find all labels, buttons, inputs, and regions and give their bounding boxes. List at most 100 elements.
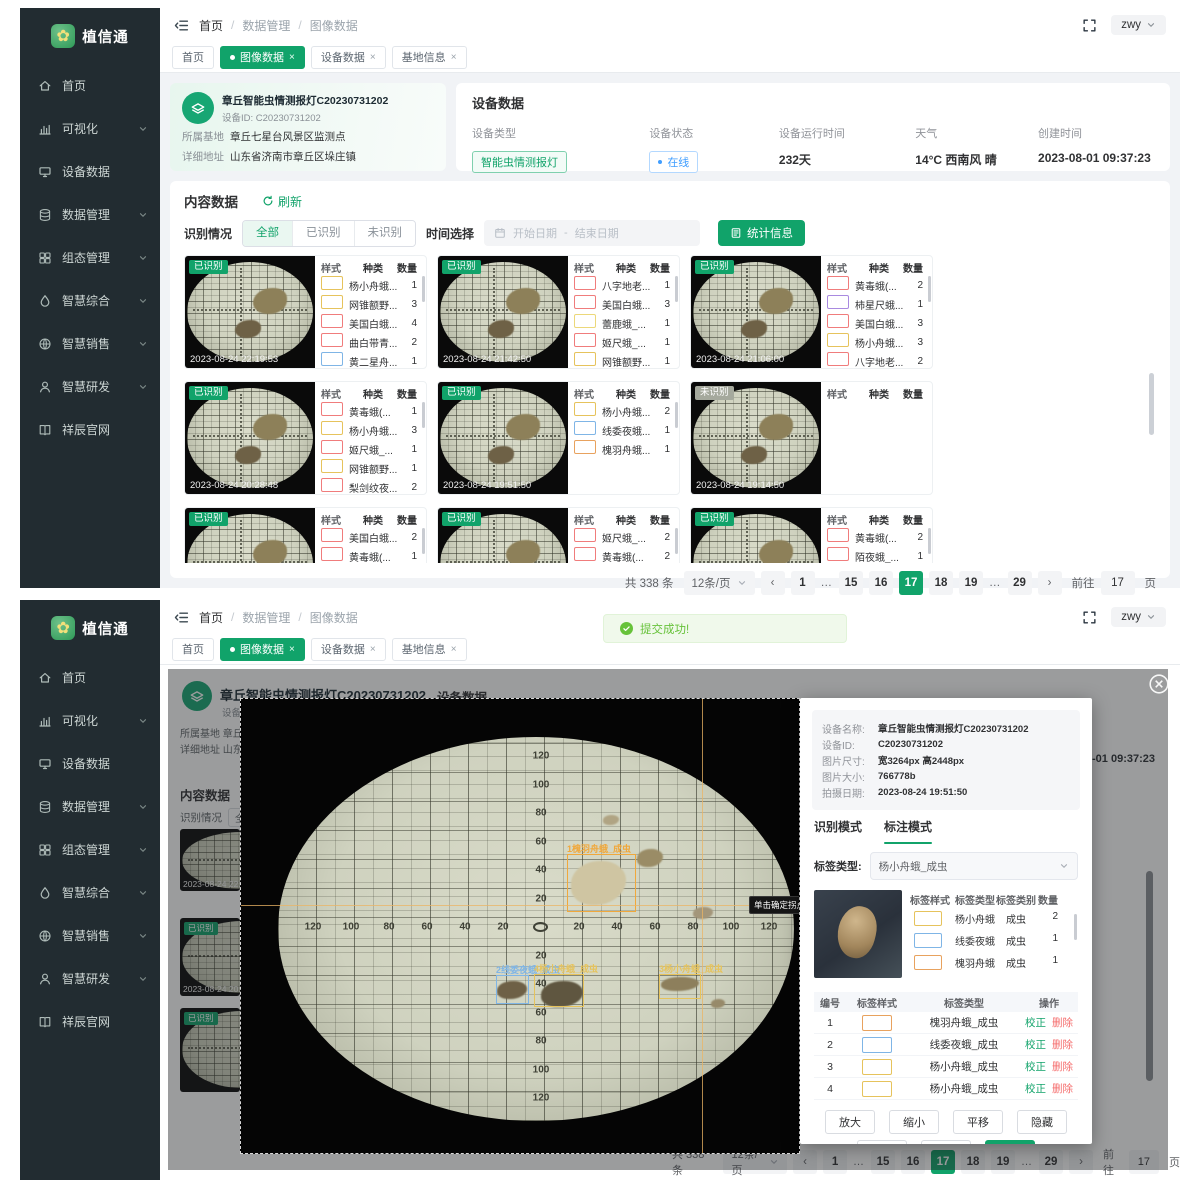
- breadcrumb-item[interactable]: 图像数据: [310, 17, 358, 34]
- tab-图像数据[interactable]: 图像数据×: [220, 46, 305, 69]
- action-button-提交[interactable]: 提交: [985, 1140, 1035, 1144]
- tab-close-icon[interactable]: ×: [451, 644, 457, 655]
- sidebar-item-visualization[interactable]: 可视化: [20, 107, 160, 150]
- filter-未识别[interactable]: 未识别: [355, 221, 416, 246]
- annotation-box[interactable]: 3杨小舟蛾_成虫: [659, 974, 701, 999]
- sidebar-item-home[interactable]: 首页: [20, 64, 160, 107]
- page-button-18[interactable]: 18: [929, 571, 953, 595]
- sidebar-item-smart-rd[interactable]: 智慧研发: [20, 365, 160, 408]
- image-card[interactable]: 已识别样式种类数量黄毒蛾(...2陌夜蛾_...1: [690, 507, 933, 563]
- table-scrollbar[interactable]: [675, 528, 678, 554]
- goto-page-input[interactable]: 17: [1101, 571, 1135, 595]
- breadcrumb-item[interactable]: 数据管理: [242, 609, 290, 626]
- tab-设备数据[interactable]: 设备数据×: [311, 46, 386, 69]
- stats-button[interactable]: 统计信息: [718, 220, 805, 246]
- sidebar-item-smart-comprehensive[interactable]: 智慧综合: [20, 279, 160, 322]
- delete-button[interactable]: 删除: [1052, 1039, 1073, 1051]
- tab-close-icon[interactable]: ×: [370, 644, 376, 655]
- table-scrollbar[interactable]: [675, 276, 678, 302]
- fix-button[interactable]: 校正: [1025, 1061, 1046, 1073]
- sidebar-item-smart-sales[interactable]: 智慧销售: [20, 322, 160, 365]
- image-card[interactable]: 已识别2023-08-24 19:51:50样式种类数量杨小舟蛾...2线委夜蛾…: [437, 381, 680, 495]
- tab-close-icon[interactable]: ×: [289, 644, 295, 655]
- tab-close-icon[interactable]: ×: [370, 52, 376, 63]
- action-button-标注[interactable]: 标注: [857, 1140, 907, 1144]
- label-type-select[interactable]: 杨小舟蛾_成虫: [870, 852, 1078, 880]
- user-menu[interactable]: zwy: [1111, 15, 1166, 35]
- breadcrumb-item[interactable]: 首页: [199, 609, 223, 626]
- image-card[interactable]: 已识别样式种类数量姬尺蛾_...2黄毒蛾(...2: [437, 507, 680, 563]
- delete-button[interactable]: 删除: [1052, 1017, 1073, 1029]
- tab-基地信息[interactable]: 基地信息×: [392, 638, 467, 661]
- tab-基地信息[interactable]: 基地信息×: [392, 46, 467, 69]
- image-card[interactable]: 未识别2023-08-24 19:14:50样式种类数量: [690, 381, 933, 495]
- sidebar-item-module-management[interactable]: 组态管理: [20, 236, 160, 279]
- tab-close-icon[interactable]: ×: [289, 52, 295, 63]
- tab-设备数据[interactable]: 设备数据×: [311, 638, 386, 661]
- mode-tab-识别模式[interactable]: 识别模式: [814, 818, 862, 840]
- close-icon[interactable]: [1148, 673, 1170, 695]
- fix-button[interactable]: 校正: [1025, 1039, 1046, 1051]
- sidebar-item-data-management[interactable]: 数据管理: [20, 193, 160, 236]
- breadcrumb-item[interactable]: 数据管理: [242, 17, 290, 34]
- page-button-29[interactable]: 29: [1008, 571, 1032, 595]
- sidebar-item-data-management[interactable]: 数据管理: [20, 785, 160, 828]
- page-button-17[interactable]: 17: [899, 571, 923, 595]
- tool-button-平移[interactable]: 平移: [953, 1110, 1003, 1134]
- sidebar-item-device-data[interactable]: 设备数据: [20, 742, 160, 785]
- tool-button-隐藏[interactable]: 隐藏: [1017, 1110, 1067, 1134]
- fullscreen-icon[interactable]: [1082, 18, 1097, 33]
- action-button-撤销[interactable]: 撤销: [921, 1140, 971, 1144]
- filter-全部[interactable]: 全部: [243, 221, 293, 246]
- menu-fold-icon[interactable]: [174, 18, 189, 33]
- delete-button[interactable]: 删除: [1052, 1083, 1073, 1095]
- sidebar-item-device-data[interactable]: 设备数据: [20, 150, 160, 193]
- tab-首页[interactable]: 首页: [172, 638, 214, 661]
- tab-close-icon[interactable]: ×: [451, 52, 457, 63]
- sidebar-item-smart-rd[interactable]: 智慧研发: [20, 957, 160, 1000]
- page-button-15[interactable]: 15: [839, 571, 863, 595]
- annotation-canvas[interactable]: 2020202040404040606060608080808010010010…: [240, 698, 800, 1154]
- date-range-input[interactable]: 开始日期 - 结束日期: [484, 220, 700, 246]
- table-scrollbar[interactable]: [422, 402, 425, 428]
- tool-button-放大[interactable]: 放大: [825, 1110, 875, 1134]
- page-button-16[interactable]: 16: [869, 571, 893, 595]
- sidebar-item-smart-comprehensive[interactable]: 智慧综合: [20, 871, 160, 914]
- menu-fold-icon[interactable]: [174, 610, 189, 625]
- page-button-19[interactable]: 19: [959, 571, 983, 595]
- annotation-box[interactable]: 2线委夜蛾_成虫: [496, 975, 529, 1004]
- annotation-box[interactable]: 1槐羽舟蛾_成虫: [567, 854, 636, 912]
- filter-已识别[interactable]: 已识别: [293, 221, 355, 246]
- sidebar-item-smart-sales[interactable]: 智慧销售: [20, 914, 160, 957]
- sidebar-item-xiangchen-site[interactable]: 祥辰官网: [20, 408, 160, 451]
- delete-button[interactable]: 删除: [1052, 1061, 1073, 1073]
- image-card[interactable]: 已识别样式种类数量美国白蛾...2黄毒蛾(...1: [184, 507, 427, 563]
- image-card[interactable]: 已识别2023-08-24 20:28:48样式种类数量黄毒蛾(...1杨小舟蛾…: [184, 381, 427, 495]
- sidebar-item-visualization[interactable]: 可视化: [20, 699, 160, 742]
- page-size-select[interactable]: 12条/页: [684, 571, 755, 595]
- page-button-1[interactable]: 1: [791, 571, 815, 595]
- sidebar-item-module-management[interactable]: 组态管理: [20, 828, 160, 871]
- table-scrollbar[interactable]: [1074, 914, 1077, 940]
- breadcrumb-item[interactable]: 首页: [199, 17, 223, 34]
- user-menu[interactable]: zwy: [1111, 607, 1166, 627]
- fix-button[interactable]: 校正: [1025, 1083, 1046, 1095]
- tab-图像数据[interactable]: 图像数据×: [220, 638, 305, 661]
- scrollbar-thumb[interactable]: [1149, 373, 1154, 435]
- table-scrollbar[interactable]: [928, 276, 931, 302]
- table-scrollbar[interactable]: [422, 276, 425, 302]
- fullscreen-icon[interactable]: [1082, 610, 1097, 625]
- mode-tab-标注模式[interactable]: 标注模式: [884, 818, 932, 840]
- table-scrollbar[interactable]: [675, 402, 678, 428]
- sidebar-item-home[interactable]: 首页: [20, 656, 160, 699]
- refresh-button[interactable]: 刷新: [256, 192, 308, 211]
- image-card[interactable]: 已识别2023-08-24 22:19:53样式种类数量杨小舟蛾...1网锥额野…: [184, 255, 427, 369]
- tab-首页[interactable]: 首页: [172, 46, 214, 69]
- next-page-button[interactable]: ›: [1038, 571, 1062, 595]
- tool-button-缩小[interactable]: 缩小: [889, 1110, 939, 1134]
- image-card[interactable]: 已识别2023-08-24 21:06:00样式种类数量黄毒蛾(...2柿星尺蛾…: [690, 255, 933, 369]
- table-scrollbar[interactable]: [928, 528, 931, 554]
- sidebar-item-xiangchen-site[interactable]: 祥辰官网: [20, 1000, 160, 1043]
- annotation-box[interactable]: 4杨小舟蛾_成虫: [534, 974, 584, 1007]
- fix-button[interactable]: 校正: [1025, 1017, 1046, 1029]
